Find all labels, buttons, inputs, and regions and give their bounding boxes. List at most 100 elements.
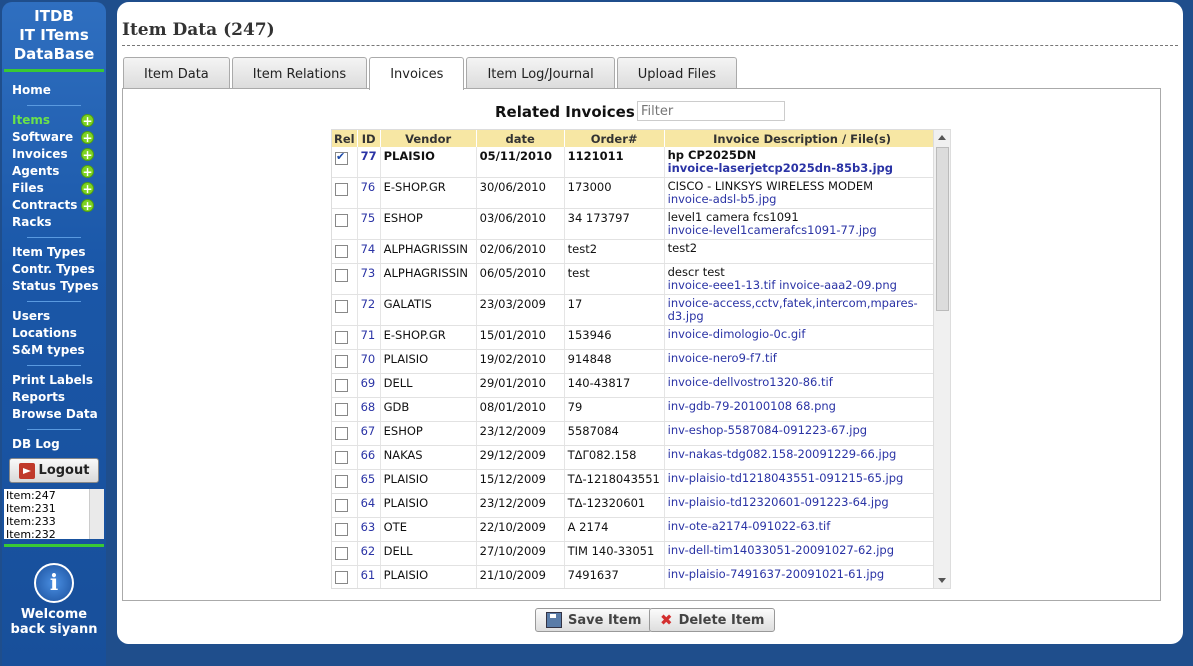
rel-checkbox[interactable] (335, 300, 348, 313)
invoice-file-link[interactable]: inv-dell-tim14033051-20091027-62.jpg (668, 544, 937, 557)
add-icon[interactable]: + (81, 199, 94, 213)
tab-upload-files[interactable]: Upload Files (616, 57, 737, 88)
invoice-file-link[interactable]: invoice-adsl-b5.jpg (668, 193, 937, 206)
add-icon[interactable]: + (81, 131, 94, 145)
nav-s-m-types[interactable]: S&M types (2, 342, 106, 359)
rel-checkbox[interactable] (335, 355, 348, 368)
invoice-id[interactable]: 63 (357, 517, 381, 542)
invoice-file-link[interactable]: inv-nakas-tdg082.158-20091229-66.jpg (668, 448, 937, 461)
invoice-id[interactable]: 64 (357, 493, 381, 518)
table-row[interactable]: 64 PLAISIO 23/12/2009 TΔ-12320601 inv-plaisi… (332, 493, 941, 518)
rel-checkbox[interactable] (335, 523, 348, 536)
nav-browse-data[interactable]: Browse Data (2, 406, 106, 423)
scroll-down-icon[interactable] (938, 578, 946, 583)
invoice-id[interactable]: 76 (357, 177, 381, 209)
nav-contracts[interactable]: Contracts + (2, 197, 106, 214)
invoice-id[interactable]: 72 (357, 294, 381, 326)
invoice-id[interactable]: 75 (357, 208, 381, 240)
invoice-id[interactable]: 61 (357, 565, 381, 588)
invoice-id[interactable]: 74 (357, 239, 381, 264)
nav-db-log[interactable]: DB Log (2, 436, 106, 453)
invoice-file-link[interactable]: invoice-eee1-13.tif invoice-aaa2-09.png (668, 279, 937, 292)
invoice-file-link[interactable]: invoice-nero9-f7.tif (668, 352, 937, 365)
rel-checkbox[interactable] (335, 331, 348, 344)
table-row[interactable]: 67 ESHOP 23/12/2009 5587084 inv-eshop-558708… (332, 421, 941, 446)
rel-checkbox[interactable] (335, 245, 348, 258)
rel-checkbox[interactable] (335, 547, 348, 560)
add-icon[interactable]: + (81, 148, 94, 162)
rel-checkbox[interactable] (335, 571, 348, 584)
rel-checkbox[interactable] (335, 214, 348, 227)
invoice-id[interactable]: 69 (357, 373, 381, 398)
invoice-id[interactable]: 67 (357, 421, 381, 446)
grid-scrollbar[interactable] (933, 130, 950, 588)
nav-users[interactable]: Users (2, 308, 106, 325)
rel-checkbox[interactable] (335, 269, 348, 282)
invoice-id[interactable]: 66 (357, 445, 381, 470)
table-row[interactable]: 76 E-SHOP.GR 30/06/2010 173000 CISCO - LINKS… (332, 177, 941, 209)
invoice-id[interactable]: 65 (357, 469, 381, 494)
table-row[interactable]: 71 E-SHOP.GR 15/01/2010 153946 invoice-dimol… (332, 325, 941, 350)
save-item-button[interactable]: Save Item (535, 608, 653, 632)
history-list[interactable]: Item:247 Item:231 Item:233 Item:232 (4, 489, 104, 539)
invoice-file-link[interactable]: invoice-access,cctv,fatek,intercom,mpare… (668, 297, 937, 323)
nav-reports[interactable]: Reports (2, 389, 106, 406)
invoice-file-link[interactable]: inv-plaisio-7491637-20091021-61.jpg (668, 568, 937, 581)
invoice-file-link[interactable]: invoice-dimologio-0c.gif (668, 328, 937, 341)
nav-items[interactable]: Items + (2, 112, 106, 129)
rel-checkbox[interactable] (335, 379, 348, 392)
scroll-thumb[interactable] (936, 147, 949, 311)
rel-checkbox[interactable] (335, 150, 348, 165)
delete-item-button[interactable]: ✖ Delete Item (649, 608, 776, 632)
table-row[interactable]: 72 GALATIS 23/03/2009 17 invoice-access,cctv… (332, 294, 941, 326)
table-row[interactable]: 70 PLAISIO 19/02/2010 914848 invoice-nero9-f… (332, 349, 941, 374)
invoice-file-link[interactable]: inv-plaisio-td12320601-091223-64.jpg (668, 496, 937, 509)
rel-checkbox[interactable] (335, 451, 348, 464)
rel-checkbox[interactable] (335, 475, 348, 488)
scroll-up-icon[interactable] (938, 135, 946, 140)
nav-invoices[interactable]: Invoices + (2, 146, 106, 163)
rel-checkbox[interactable] (335, 403, 348, 416)
invoice-file-link[interactable]: inv-plaisio-td1218043551-091215-65.jpg (668, 472, 937, 485)
invoice-id[interactable]: 77 (357, 147, 381, 178)
invoice-file-link[interactable]: inv-ote-a2174-091022-63.tif (668, 520, 937, 533)
table-row[interactable]: 69 DELL 29/01/2010 140-43817 invoice-dellvos… (332, 373, 941, 398)
invoice-file-link[interactable]: invoice-dellvostro1320-86.tif (668, 376, 937, 389)
invoice-file-link[interactable]: inv-eshop-5587084-091223-67.jpg (668, 424, 937, 437)
table-row[interactable]: 65 PLAISIO 15/12/2009 TΔ-1218043551 inv-plai… (332, 469, 941, 494)
nav-print-labels[interactable]: Print Labels (2, 372, 106, 389)
invoice-id[interactable]: 73 (357, 263, 381, 295)
invoice-id[interactable]: 71 (357, 325, 381, 350)
add-icon[interactable]: + (81, 165, 94, 179)
rel-checkbox[interactable] (335, 427, 348, 440)
tab-invoices[interactable]: Invoices (369, 57, 465, 90)
table-row[interactable]: 66 NAKAS 29/12/2009 TΔΓ082.158 inv-nakas-tdg… (332, 445, 941, 470)
nav-agents[interactable]: Agents + (2, 163, 106, 180)
tab-item-relations[interactable]: Item Relations (231, 57, 368, 88)
nav-locations[interactable]: Locations (2, 325, 106, 342)
history-scrollbar[interactable] (89, 489, 104, 539)
nav-status-types[interactable]: Status Types (2, 278, 106, 295)
filter-input[interactable] (637, 101, 785, 121)
invoice-id[interactable]: 68 (357, 397, 381, 422)
add-icon[interactable]: + (81, 182, 94, 196)
table-row[interactable]: 74 ALPHAGRISSIN 02/06/2010 test2 test2 (332, 239, 941, 264)
tab-item-log-journal[interactable]: Item Log/Journal (466, 57, 615, 88)
rel-checkbox[interactable] (335, 183, 348, 196)
nav-files[interactable]: Files + (2, 180, 106, 197)
invoice-file-link[interactable]: invoice-laserjetcp2025dn-85b3.jpg (668, 162, 937, 175)
table-row[interactable]: 75 ESHOP 03/06/2010 34 173797 level1 camera … (332, 208, 941, 240)
invoice-file-link[interactable]: invoice-level1camerafcs1091-77.jpg (668, 224, 937, 237)
nav-home[interactable]: Home (2, 82, 106, 99)
nav-racks[interactable]: Racks (2, 214, 106, 231)
invoice-id[interactable]: 62 (357, 541, 381, 566)
rel-checkbox[interactable] (335, 499, 348, 512)
nav-contr-types[interactable]: Contr. Types (2, 261, 106, 278)
table-row[interactable]: 62 DELL 27/10/2009 TIM 140-33051 inv-dell-ti… (332, 541, 941, 566)
nav-item-types[interactable]: Item Types (2, 244, 106, 261)
table-row[interactable]: 77PLAISIO05/11/20101121011hp CP2025DNinv… (332, 147, 941, 178)
table-row[interactable]: 63 OTE 22/10/2009 A 2174 inv-ote-a2174-09102… (332, 517, 941, 542)
invoice-file-link[interactable]: inv-gdb-79-20100108 68.png (668, 400, 937, 413)
table-row[interactable]: 73 ALPHAGRISSIN 06/05/2010 test descr test in… (332, 263, 941, 295)
invoice-id[interactable]: 70 (357, 349, 381, 374)
